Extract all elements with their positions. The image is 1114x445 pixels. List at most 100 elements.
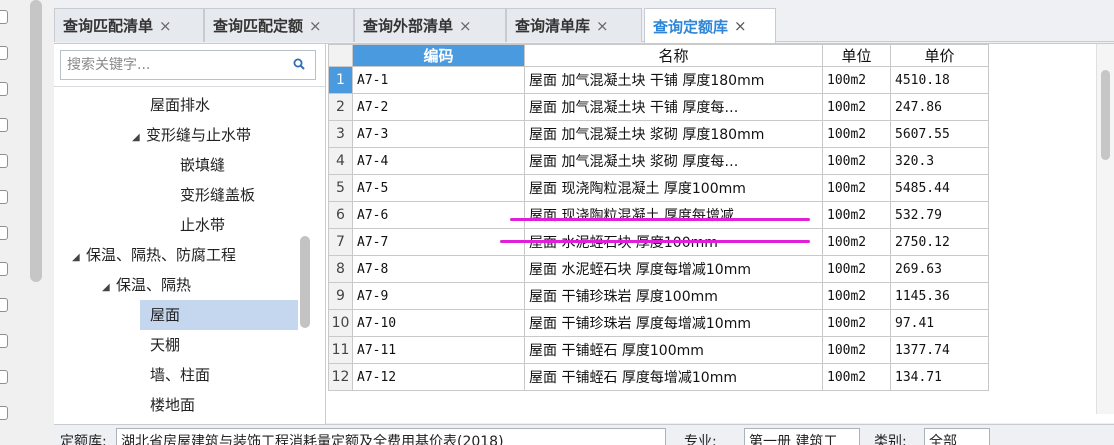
strip-checkbox[interactable] bbox=[0, 226, 8, 240]
row-number[interactable]: 4 bbox=[328, 147, 353, 175]
row-number[interactable]: 10 bbox=[328, 309, 353, 337]
table-scrollbar[interactable] bbox=[1096, 44, 1114, 414]
row-number[interactable]: 3 bbox=[328, 120, 353, 148]
tree-node[interactable]: ◢ 变形缝与止水带 bbox=[132, 120, 251, 150]
price-cell[interactable]: 320.3 bbox=[890, 147, 989, 175]
strip-checkbox[interactable] bbox=[0, 262, 8, 276]
category-select[interactable]: 全部 bbox=[924, 428, 990, 445]
table-scrollbar-thumb[interactable] bbox=[1101, 70, 1110, 160]
name-cell[interactable]: 屋面 现浇陶粒混凝土 厚度100mm bbox=[524, 174, 823, 202]
strip-checkbox[interactable] bbox=[0, 154, 8, 168]
name-cell[interactable]: 屋面 加气混凝土块 干铺 厚度每… bbox=[524, 93, 823, 121]
strip-checkbox[interactable] bbox=[0, 82, 8, 96]
name-cell[interactable]: 屋面 干铺蛭石 厚度100mm bbox=[524, 336, 823, 364]
row-number[interactable]: 11 bbox=[328, 336, 353, 364]
unit-cell[interactable]: 100m2 bbox=[822, 201, 891, 229]
row-number[interactable]: 1 bbox=[328, 66, 353, 94]
table-row[interactable]: 3 A7-3 屋面 加气混凝土块 浆砌 厚度180mm 100m2 5607.55 bbox=[328, 120, 989, 148]
code-cell[interactable]: A7-8 bbox=[352, 255, 525, 283]
table-row[interactable]: 2 A7-2 屋面 加气混凝土块 干铺 厚度每… 100m2 247.86 bbox=[328, 93, 989, 121]
price-cell[interactable]: 4510.18 bbox=[890, 66, 989, 94]
row-number[interactable]: 7 bbox=[328, 228, 353, 256]
unit-cell[interactable]: 100m2 bbox=[822, 282, 891, 310]
price-cell[interactable]: 1145.36 bbox=[890, 282, 989, 310]
price-cell[interactable]: 2750.12 bbox=[890, 228, 989, 256]
code-cell[interactable]: A7-11 bbox=[352, 336, 525, 364]
tree-node[interactable]: 屋面排水 bbox=[150, 90, 210, 120]
unit-cell[interactable]: 100m2 bbox=[822, 309, 891, 337]
name-cell[interactable]: 屋面 加气混凝土块 浆砌 厚度每… bbox=[524, 147, 823, 175]
price-cell[interactable]: 247.86 bbox=[890, 93, 989, 121]
strip-checkbox[interactable] bbox=[0, 118, 8, 132]
unit-cell[interactable]: 100m2 bbox=[822, 228, 891, 256]
code-cell[interactable]: A7-6 bbox=[352, 201, 525, 229]
unit-cell[interactable]: 100m2 bbox=[822, 255, 891, 283]
price-cell[interactable]: 134.71 bbox=[890, 363, 989, 391]
strip-checkbox[interactable] bbox=[0, 46, 8, 60]
table-row[interactable]: 12 A7-12 屋面 干铺蛭石 厚度每增减10mm 100m2 134.71 bbox=[328, 363, 989, 391]
code-cell[interactable]: A7-12 bbox=[352, 363, 525, 391]
search-box[interactable] bbox=[60, 50, 316, 80]
name-cell[interactable]: 屋面 干铺蛭石 厚度每增减10mm bbox=[524, 363, 823, 391]
code-cell[interactable]: A7-7 bbox=[352, 228, 525, 256]
row-number[interactable]: 6 bbox=[328, 201, 353, 229]
tree-node[interactable]: ◢ 保温、隔热、防腐工程 bbox=[72, 240, 236, 270]
strip-checkbox[interactable] bbox=[0, 10, 8, 24]
strip-checkbox[interactable] bbox=[0, 334, 8, 348]
tab-list-library[interactable]: 查询清单库 × bbox=[506, 8, 642, 42]
code-cell[interactable]: A7-4 bbox=[352, 147, 525, 175]
table-row[interactable]: 4 A7-4 屋面 加气混凝土块 浆砌 厚度每… 100m2 320.3 bbox=[328, 147, 989, 175]
tree-node-selected[interactable]: 屋面 bbox=[140, 300, 298, 330]
tab-quota-library[interactable]: 查询定额库 × bbox=[644, 8, 776, 43]
row-number[interactable]: 2 bbox=[328, 93, 353, 121]
tab-match-quota[interactable]: 查询匹配定额 × bbox=[204, 8, 354, 42]
tree-node[interactable]: 楼地面 bbox=[150, 390, 195, 420]
row-number[interactable]: 12 bbox=[328, 363, 353, 391]
tree-node[interactable]: 嵌填缝 bbox=[180, 150, 225, 180]
unit-cell[interactable]: 100m2 bbox=[822, 336, 891, 364]
name-cell[interactable]: 屋面 水泥蛭石块 厚度每增减10mm bbox=[524, 255, 823, 283]
table-row[interactable]: 9 A7-9 屋面 干铺珍珠岩 厚度100mm 100m2 1145.36 bbox=[328, 282, 989, 310]
unit-cell[interactable]: 100m2 bbox=[822, 147, 891, 175]
tree-node[interactable]: ◢ 保温、隔热 bbox=[102, 270, 191, 300]
close-icon[interactable]: × bbox=[309, 17, 322, 35]
close-icon[interactable]: × bbox=[596, 17, 609, 35]
table-row[interactable]: 1 A7-1 屋面 加气混凝土块 干铺 厚度180mm 100m2 4510.18 bbox=[328, 66, 989, 94]
strip-checkbox[interactable] bbox=[0, 370, 8, 384]
price-cell[interactable]: 5607.55 bbox=[890, 120, 989, 148]
strip-checkbox[interactable] bbox=[0, 190, 8, 204]
close-icon[interactable]: × bbox=[734, 17, 747, 35]
search-input[interactable] bbox=[67, 57, 277, 73]
column-header-name[interactable]: 名称 bbox=[524, 44, 823, 67]
column-header-price[interactable]: 单价 bbox=[890, 44, 989, 67]
name-cell[interactable]: 屋面 干铺珍珠岩 厚度100mm bbox=[524, 282, 823, 310]
expand-arrow-icon[interactable]: ◢ bbox=[102, 273, 116, 303]
table-row[interactable]: 6 A7-6 屋面 现浇陶粒混凝土 厚度每增减… 100m2 532.79 bbox=[328, 201, 989, 229]
unit-cell[interactable]: 100m2 bbox=[822, 363, 891, 391]
strip-scrollbar[interactable] bbox=[30, 0, 42, 282]
price-cell[interactable]: 532.79 bbox=[890, 201, 989, 229]
table-row[interactable]: 10 A7-10 屋面 干铺珍珠岩 厚度每增减10mm 100m2 97.41 bbox=[328, 309, 989, 337]
name-cell[interactable]: 屋面 加气混凝土块 浆砌 厚度180mm bbox=[524, 120, 823, 148]
close-icon[interactable]: × bbox=[159, 17, 172, 35]
name-cell[interactable]: 屋面 加气混凝土块 干铺 厚度180mm bbox=[524, 66, 823, 94]
code-cell[interactable]: A7-1 bbox=[352, 66, 525, 94]
code-cell[interactable]: A7-2 bbox=[352, 93, 525, 121]
table-row[interactable]: 5 A7-5 屋面 现浇陶粒混凝土 厚度100mm 100m2 5485.44 bbox=[328, 174, 989, 202]
unit-cell[interactable]: 100m2 bbox=[822, 93, 891, 121]
expand-arrow-icon[interactable]: ◢ bbox=[72, 243, 86, 273]
tab-external-list[interactable]: 查询外部清单 × bbox=[354, 8, 506, 42]
name-cell[interactable]: 屋面 现浇陶粒混凝土 厚度每增减… bbox=[524, 201, 823, 229]
code-cell[interactable]: A7-5 bbox=[352, 174, 525, 202]
strip-checkbox[interactable] bbox=[0, 298, 8, 312]
close-icon[interactable]: × bbox=[459, 17, 472, 35]
row-number[interactable]: 5 bbox=[328, 174, 353, 202]
name-cell[interactable]: 屋面 干铺珍珠岩 厚度每增减10mm bbox=[524, 309, 823, 337]
tree-node[interactable]: 变形缝盖板 bbox=[180, 180, 255, 210]
price-cell[interactable]: 269.63 bbox=[890, 255, 989, 283]
code-cell[interactable]: A7-9 bbox=[352, 282, 525, 310]
table-row[interactable]: 8 A7-8 屋面 水泥蛭石块 厚度每增减10mm 100m2 269.63 bbox=[328, 255, 989, 283]
expand-arrow-icon[interactable]: ◢ bbox=[132, 123, 146, 153]
column-header-unit[interactable]: 单位 bbox=[822, 44, 891, 67]
price-cell[interactable]: 1377.74 bbox=[890, 336, 989, 364]
